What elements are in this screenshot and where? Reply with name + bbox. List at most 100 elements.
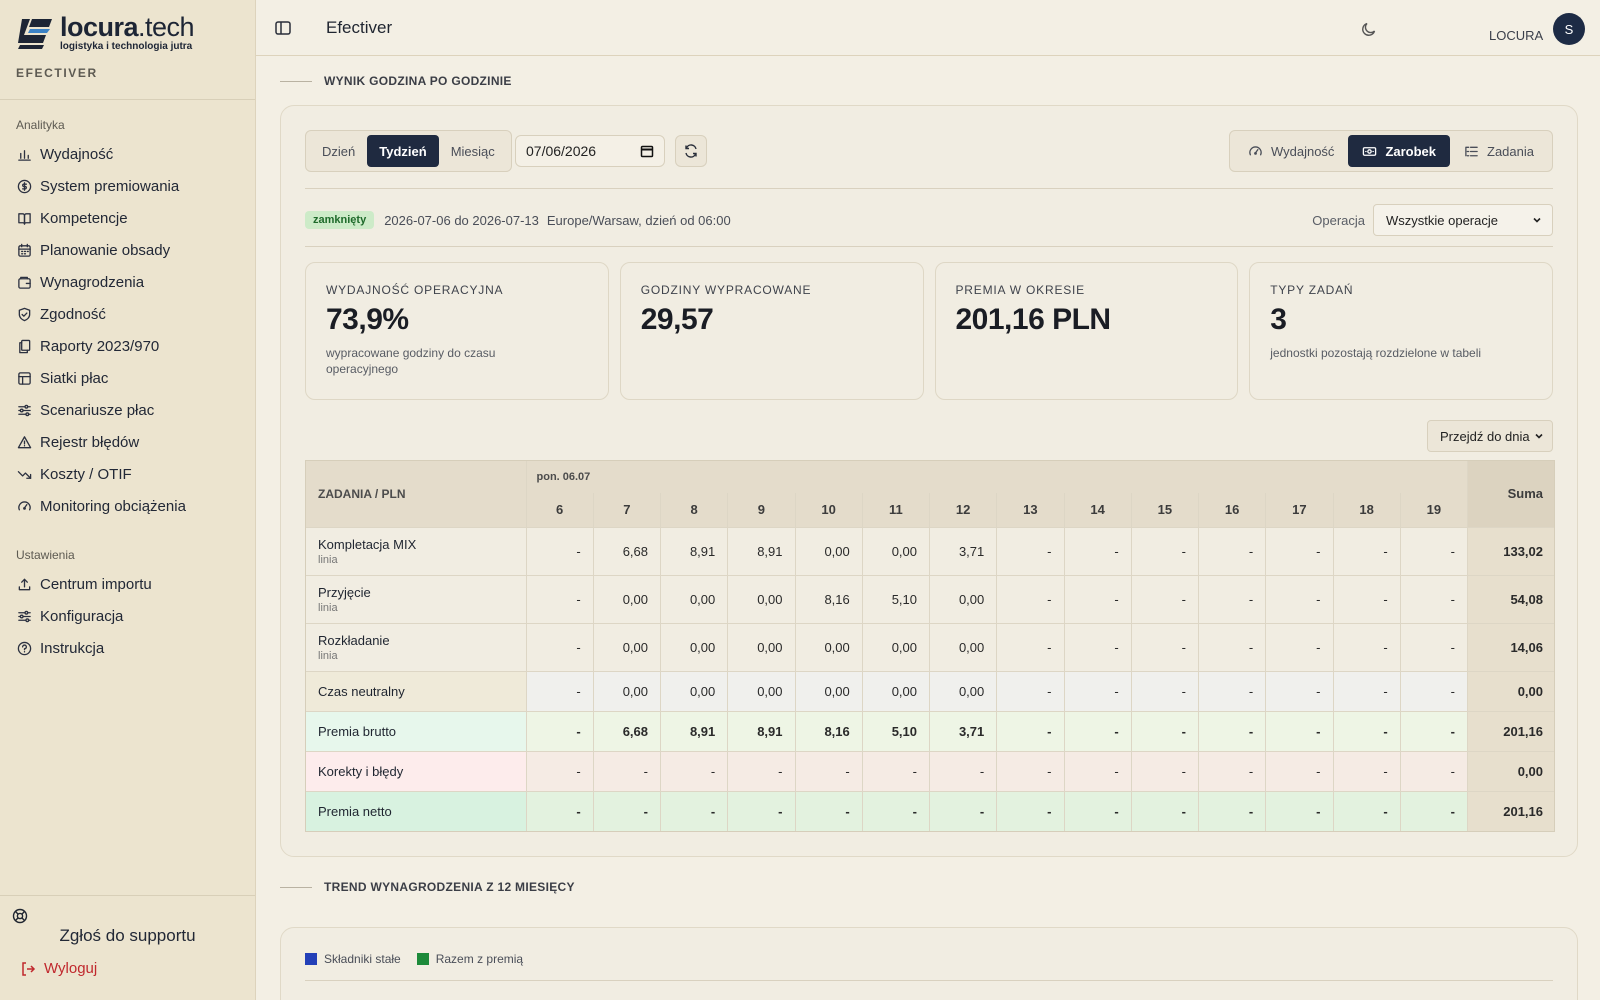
kpi-row: WYDAJNOŚĆ OPERACYJNA 73,9% wypracowane god… xyxy=(305,262,1553,400)
sidebar-item-system-premiowania[interactable]: System premiowania xyxy=(0,170,255,202)
kpi-label: WYDAJNOŚĆ OPERACYJNA xyxy=(326,283,504,297)
view-tab-zadania[interactable]: Zadania xyxy=(1450,135,1548,167)
table-cell: - xyxy=(1198,575,1267,624)
table-cell: - xyxy=(929,791,998,831)
table-cell: - xyxy=(727,751,796,792)
brand-tld: .tech xyxy=(138,12,195,42)
kpi-note: wypracowane godziny do czasu operacyjneg… xyxy=(326,346,496,376)
table-cell: - xyxy=(1400,751,1469,792)
trend-down-icon-wrap xyxy=(16,466,32,482)
kpi-label: PREMIA W OKRESIE xyxy=(955,283,1085,297)
view-tab-wydajnosc[interactable]: Wydajność xyxy=(1234,135,1348,167)
row-sum: 0,00 xyxy=(1467,751,1554,792)
table-cell: - xyxy=(996,791,1065,831)
sidebar-item-label: Kompetencje xyxy=(40,209,128,227)
files-icon-wrap xyxy=(16,338,32,354)
dollar-circle-icon xyxy=(17,179,31,193)
sidebar-item-koszty-otif[interactable]: Koszty / OTIF xyxy=(0,458,255,490)
table-cell: - xyxy=(996,671,1065,712)
legend-label: Składniki stałe xyxy=(324,952,401,966)
sidebar-item-label: Rejestr błędów xyxy=(40,433,140,451)
calendar-icon[interactable] xyxy=(640,144,654,158)
date-input[interactable]: 07/06/2026 xyxy=(515,135,665,167)
table-cell: - xyxy=(1198,711,1267,752)
sidebar-item-label: Wynagrodzenia xyxy=(40,273,145,291)
table-cell: - xyxy=(593,791,662,831)
table-cell: 8,91 xyxy=(660,527,729,576)
sidebar-toggle-icon[interactable] xyxy=(274,19,292,37)
nav-section-settings: Ustawienia xyxy=(16,548,75,562)
table-cell: - xyxy=(1198,751,1267,792)
table-cell: - xyxy=(1265,671,1334,712)
sidebar-item-kompetencje[interactable]: Kompetencje xyxy=(0,202,255,234)
period-tab-tydzien[interactable]: Tydzień xyxy=(367,135,439,167)
sidebar-item-scenariusze-plac[interactable]: Scenariusze płac xyxy=(0,394,255,426)
table-cell: 0,00 xyxy=(929,671,998,712)
sidebar-item-label: System premiowania xyxy=(40,177,180,195)
logout-button[interactable]: Wyloguj xyxy=(0,946,255,977)
hour-header: 8 xyxy=(660,493,729,528)
period-tab-dzien[interactable]: Dzień xyxy=(310,135,367,167)
period-tab-miesiac[interactable]: Miesiąc xyxy=(439,135,507,167)
jump-to-day-select[interactable]: Przejdź do dnia xyxy=(1427,420,1553,452)
sidebar-item-raporty-2023-970[interactable]: Raporty 2023/970 xyxy=(0,330,255,362)
hourly-table-container[interactable]: ZADANIA / PLN pon. 06.07 Suma 6 7 8 9 10 11 12… xyxy=(305,460,1555,832)
sidebar-item-wydajnosc[interactable]: Wydajność xyxy=(0,138,255,170)
sidebar-item-monitoring-obciazenia[interactable]: Monitoring obciążenia xyxy=(0,490,255,522)
table-cell: - xyxy=(1198,623,1267,672)
table-cell: - xyxy=(1333,711,1401,752)
table-cell: 0,00 xyxy=(862,623,931,672)
sidebar-item-zgodnosc[interactable]: Zgodność xyxy=(0,298,255,330)
legend-item[interactable]: Składniki stałe xyxy=(305,952,401,966)
gauge-icon xyxy=(1249,145,1262,155)
date-range: 2026-07-06 do 2026-07-13 xyxy=(384,212,539,228)
view-tab-label: Zarobek xyxy=(1385,143,1437,159)
sidebar-item-label: Monitoring obciążenia xyxy=(40,497,186,515)
sidebar-item-label: Siatki płac xyxy=(40,369,109,387)
support-button[interactable]: Zgłoś do supportu xyxy=(0,906,255,946)
brand: locura.tech logistyka i technologia jutr… xyxy=(0,0,255,100)
dark-mode-toggle-icon[interactable] xyxy=(1360,20,1378,38)
sidebar-item-label: Konfiguracja xyxy=(40,607,124,625)
sidebar-item-wynagrodzenia[interactable]: Wynagrodzenia xyxy=(0,266,255,298)
table-cell: - xyxy=(1198,791,1267,831)
table-cell: - xyxy=(1131,791,1200,831)
sidebar-item-rejestr-bledow[interactable]: Rejestr błędów xyxy=(0,426,255,458)
table-cell: - xyxy=(1265,575,1334,624)
sidebar-item-centrum-importu[interactable]: Centrum importu xyxy=(0,568,255,600)
legend-item[interactable]: Razem z premią xyxy=(416,952,523,966)
operation-select[interactable]: Wszystkie operacje xyxy=(1373,204,1553,236)
refresh-button[interactable] xyxy=(675,135,707,167)
sidebar-item-siatki-plac[interactable]: Siatki płac xyxy=(0,362,255,394)
sidebar-item-label: Zgodność xyxy=(40,305,106,323)
sidebar-item-instrukcja[interactable]: Instrukcja xyxy=(0,632,255,664)
table-cell: - xyxy=(1265,711,1334,752)
table-cell: 0,00 xyxy=(862,671,931,712)
table-cell: - xyxy=(526,671,594,712)
section-title-trend: TREND WYNAGRODZENIA Z 12 MIESIĘCY xyxy=(324,880,575,894)
sidebar-item-label: Wydajność xyxy=(40,145,114,163)
table-cell: - xyxy=(1064,791,1132,831)
view-tab-zarobek[interactable]: Zarobek xyxy=(1348,135,1451,167)
nav-settings-list: Centrum importu Konfiguracja Instrukcja xyxy=(0,568,255,664)
user-avatar[interactable]: S xyxy=(1553,13,1585,45)
table-cell: - xyxy=(1333,671,1401,712)
logo[interactable]: locura.tech logistyka i technologia jutr… xyxy=(16,14,239,52)
sum-header: Suma xyxy=(1467,461,1554,528)
table-cell: 0,00 xyxy=(795,623,863,672)
sliders-icon-wrap xyxy=(16,608,32,624)
gauge-icon xyxy=(17,500,31,510)
table-cell: 0,00 xyxy=(862,527,931,576)
sidebar-item-label: Scenariusze płac xyxy=(40,401,155,419)
sidebar-item-planowanie-obsady[interactable]: Planowanie obsady xyxy=(0,234,255,266)
sidebar-item-konfiguracja[interactable]: Konfiguracja xyxy=(0,600,255,632)
kpi-note: jednostki pozostają rozdzielone w tabeli xyxy=(1270,346,1482,360)
table-cell: - xyxy=(526,751,594,792)
table-cell: 8,91 xyxy=(727,711,796,752)
warning-icon-wrap xyxy=(16,434,32,450)
table-cell: - xyxy=(996,751,1065,792)
chevron-down-icon xyxy=(1533,217,1541,223)
sidebar-item-label: Koszty / OTIF xyxy=(40,465,132,483)
table-cell: - xyxy=(1333,575,1401,624)
hour-header: 18 xyxy=(1333,493,1401,528)
